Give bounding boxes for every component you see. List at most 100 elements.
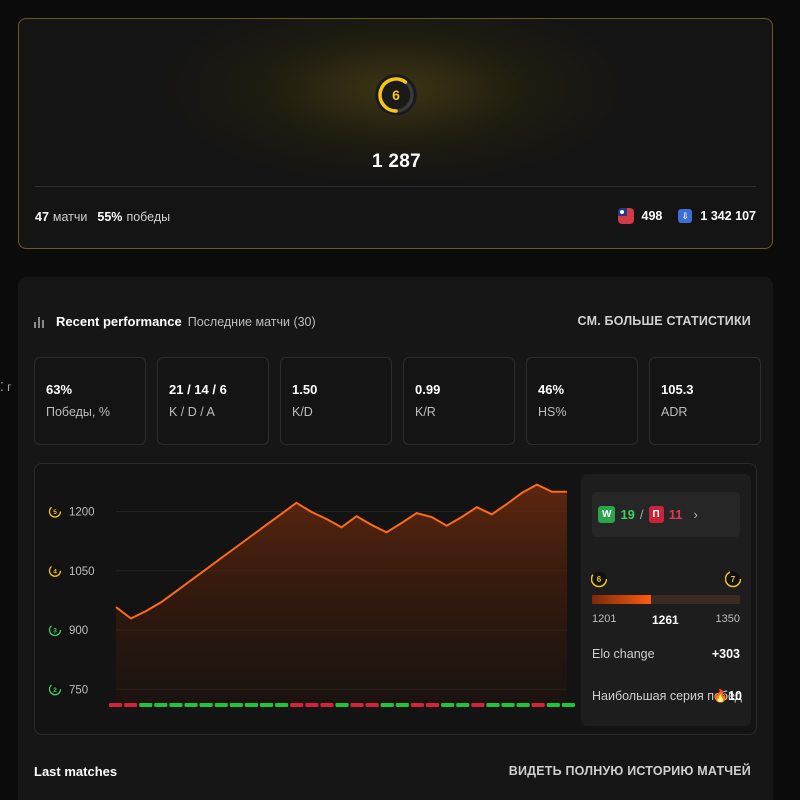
full-history-link[interactable]: ВИДЕТЬ ПОЛНУЮ ИСТОРИЮ МАТЧЕЙ	[509, 764, 751, 778]
separator: /	[639, 507, 644, 522]
match-result-loss	[365, 703, 379, 707]
match-result-loss	[531, 703, 545, 707]
skill-level-6-mini-icon: 6	[591, 570, 607, 588]
taiwan-flag-icon	[617, 208, 634, 224]
stat-value: 105.3	[661, 382, 694, 397]
losses-count: 11	[668, 507, 683, 522]
elo-change-row: Elo change +303	[592, 647, 740, 661]
more-stats-link[interactable]: СМ. БОЛЬШЕ СТАТИСТИКИ	[578, 314, 751, 328]
match-result-loss	[320, 703, 334, 707]
match-result-win	[380, 703, 394, 707]
stat-label: HS%	[538, 405, 567, 419]
loss-badge: П	[648, 506, 664, 523]
elo-chart-panel: 750 2 900 3 1050 4 1200 5 W 19 / П 11 › 6	[34, 463, 757, 735]
match-result-win	[441, 703, 455, 707]
stat-box-kr: 0.99 K/R	[403, 357, 515, 445]
match-result-loss	[410, 703, 424, 707]
chevron-right-icon: ›	[693, 507, 698, 522]
win-streak-value: 10	[728, 689, 742, 703]
match-summary: 47 матчи 55% победы	[35, 210, 170, 224]
elo-change-value: +303	[711, 647, 740, 661]
level-tick-number: 5	[53, 509, 57, 516]
level-tick-number: 3	[53, 628, 57, 635]
match-result-win	[275, 703, 289, 707]
match-result-win	[139, 703, 153, 707]
matches-label: матчи	[52, 210, 88, 224]
stat-value: 46%	[538, 382, 565, 397]
match-result-loss	[426, 703, 440, 707]
performance-card: Recent performance Последние матчи (30) …	[18, 277, 773, 800]
global-rank: 1 342 107	[700, 209, 756, 223]
edge-dots-icon: ⁚	[0, 380, 4, 394]
level-progress-fill	[592, 595, 652, 604]
bar-chart-icon	[34, 316, 46, 328]
stat-label: K / D / A	[169, 405, 215, 419]
country-rank: 498	[641, 209, 663, 223]
stat-label: Победы, %	[46, 405, 110, 419]
elo-history-chart[interactable]: 750 2 900 3 1050 4 1200 5	[35, 464, 580, 735]
level-range: 6 7	[591, 568, 741, 590]
wins-count: 19	[620, 507, 635, 522]
match-result-win	[395, 703, 409, 707]
stat-label: K/R	[415, 405, 436, 419]
skill-level-7-mini-icon: 7	[725, 570, 741, 588]
profile-summary-card: 6 1 287 47 матчи 55% победы 498 ⇩ 1 342 10…	[18, 18, 773, 249]
match-result-win	[229, 703, 243, 707]
range-max: 1350	[715, 613, 740, 625]
stat-boxes: 63% Победы, % 21 / 14 / 6 K / D / A 1.50…	[34, 357, 761, 445]
match-result-win	[335, 703, 349, 707]
match-result-win	[501, 703, 515, 707]
match-result-loss	[471, 703, 485, 707]
y-tick-label: 900	[69, 625, 88, 637]
match-result-loss	[124, 703, 138, 707]
match-result-win	[456, 703, 470, 707]
win-streak-row: Наибольшая серия побед 🔥10	[592, 689, 742, 703]
match-result-win	[169, 703, 183, 707]
performance-header: Recent performance Последние матчи (30)	[34, 314, 316, 329]
win-loss-toggle[interactable]: W 19 / П 11 ›	[592, 492, 740, 537]
y-tick-label: 1200	[69, 507, 95, 519]
stat-label: ADR	[661, 405, 688, 419]
clipped-edge-fragment: ⁚ г	[0, 380, 12, 394]
stat-box-kda: 21 / 14 / 6 K / D / A	[157, 357, 269, 445]
stat-value: 63%	[46, 382, 73, 397]
performance-title: Recent performance	[56, 314, 182, 329]
winrate-value: 55%	[97, 210, 123, 224]
match-result-win	[154, 703, 168, 707]
elo-change-label: Elo change	[592, 647, 655, 661]
matches-count: 47	[35, 210, 49, 224]
svg-text:7: 7	[731, 575, 736, 584]
stat-box-adr: 105.3 ADR	[649, 357, 761, 445]
match-result-win	[199, 703, 213, 707]
skill-level-number: 6	[392, 87, 400, 103]
fire-icon: 🔥	[712, 689, 729, 703]
win-badge: W	[598, 506, 616, 523]
match-result-win	[561, 703, 575, 707]
match-result-win	[516, 703, 530, 707]
match-result-loss	[350, 703, 364, 707]
stat-value: 21 / 14 / 6	[169, 382, 227, 397]
match-result-win	[184, 703, 198, 707]
level-progress-bar	[592, 595, 740, 604]
level-tick-number: 4	[53, 568, 57, 575]
ranking-icon: ⇩	[678, 209, 693, 223]
match-result-win	[260, 703, 274, 707]
ranking-summary[interactable]: 498 ⇩ 1 342 107	[617, 208, 756, 224]
match-result-win	[546, 703, 560, 707]
stat-value: 0.99	[415, 382, 441, 397]
stat-label: K/D	[292, 405, 313, 419]
stat-box-kd: 1.50 K/D	[280, 357, 392, 445]
match-result-win	[486, 703, 500, 707]
y-tick-label: 1050	[69, 566, 95, 578]
svg-text:6: 6	[597, 575, 602, 584]
y-tick-label: 750	[69, 684, 88, 696]
match-result-loss	[305, 703, 319, 707]
level-tick-number: 2	[53, 687, 57, 694]
stat-box-winrate: 63% Победы, %	[34, 357, 146, 445]
last-matches-title: Last matches	[34, 764, 118, 779]
performance-subtitle: Последние матчи (30)	[187, 314, 316, 329]
stat-value: 1.50	[292, 382, 318, 397]
match-result-loss	[109, 703, 123, 707]
stat-box-hs: 46% HS%	[526, 357, 638, 445]
elo-summary-panel: W 19 / П 11 › 6 7 1201 1261 1350 Elo cha…	[581, 474, 751, 726]
